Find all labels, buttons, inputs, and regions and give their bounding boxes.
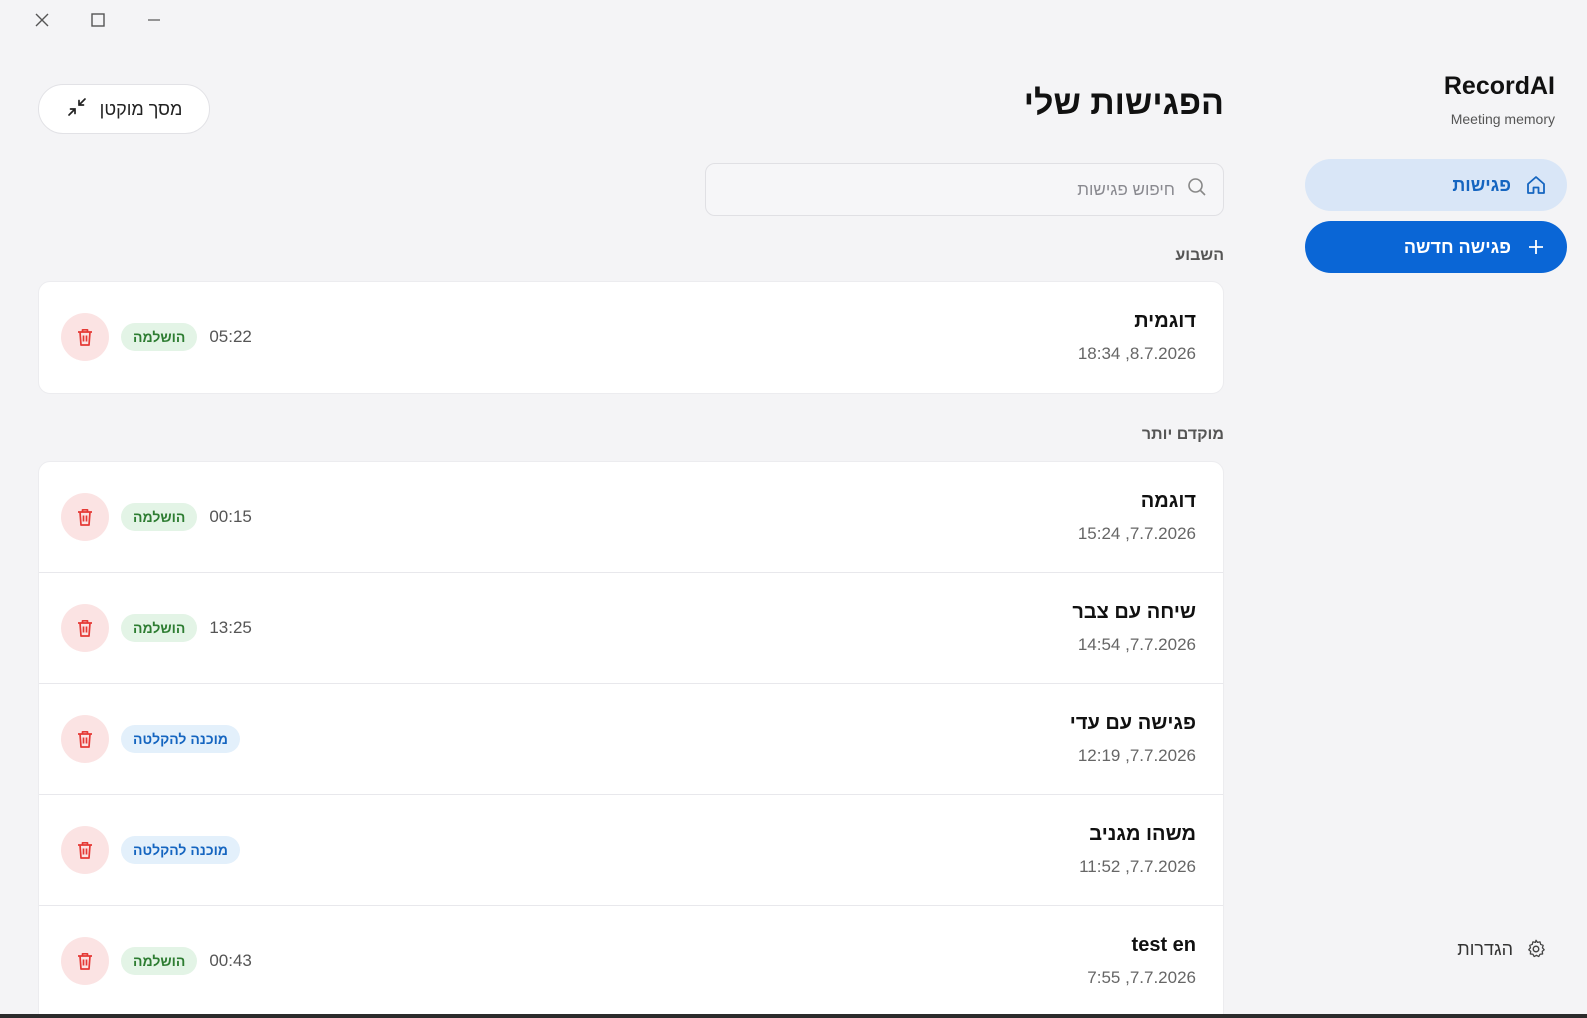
window-controls xyxy=(14,8,182,32)
section-label-this-week: השבוע xyxy=(1175,247,1224,264)
status-badge: מוכנה להקלטה xyxy=(121,725,240,753)
window-bottom-edge xyxy=(0,1014,1587,1018)
nav-item-meetings-label: פגישות xyxy=(1452,174,1511,195)
meeting-row[interactable]: משהו מגניב 7.7.2026, 11:52 מוכנה להקלטה xyxy=(39,795,1223,906)
meeting-title: test en xyxy=(1131,934,1196,956)
search-input[interactable] xyxy=(722,179,1175,200)
meeting-meta: מוכנה להקלטה xyxy=(61,826,240,874)
status-badge: מוכנה להקלטה xyxy=(121,836,240,864)
status-badge: הושלמה xyxy=(121,614,198,642)
trash-icon xyxy=(78,508,92,526)
meeting-date: 7.7.2026, 12:19 xyxy=(1077,746,1196,765)
meeting-date: 7.7.2026, 14:54 xyxy=(1077,635,1196,654)
meeting-duration: 05:22 xyxy=(209,327,252,346)
settings-label: הגדרות xyxy=(1457,938,1513,959)
meetings-card-earlier: דוגמה 7.7.2026, 15:24 הושלמה 00:15 שיחה … xyxy=(38,461,1224,1018)
meetings-card-this-week: דוגמית 8.7.2026, 18:34 הושלמה 05:22 xyxy=(38,281,1224,394)
meeting-date: 8.7.2026, 18:34 xyxy=(1077,344,1196,363)
meeting-row[interactable]: פגישה עם עדי 7.7.2026, 12:19 מוכנה להקלט… xyxy=(39,684,1223,795)
meeting-duration: 00:43 xyxy=(209,951,252,970)
app-window: RecordAI Meeting memory פגישות פגישה חדש… xyxy=(0,0,1587,1018)
plus-icon xyxy=(1525,236,1547,258)
delete-button[interactable] xyxy=(61,604,109,652)
page-title: הפגישות שלי xyxy=(1023,84,1224,122)
meeting-meta: מוכנה להקלטה xyxy=(61,715,240,763)
brand-subtitle: Meeting memory xyxy=(1450,111,1555,127)
meeting-title: דוגמה xyxy=(1140,490,1196,512)
meeting-title: שיחה עם צבר xyxy=(1072,601,1196,623)
delete-button[interactable] xyxy=(61,715,109,763)
trash-icon xyxy=(78,328,92,346)
search-icon xyxy=(1187,177,1207,202)
minimize-window-button[interactable] xyxy=(126,8,182,32)
meeting-duration: 13:25 xyxy=(209,618,252,637)
home-icon xyxy=(1525,174,1547,196)
compact-mode-label: מסך מוקטן xyxy=(99,98,183,119)
brand-name: RecordAI xyxy=(1443,72,1555,100)
meeting-meta: הושלמה 00:15 xyxy=(61,493,252,541)
maximize-window-button[interactable] xyxy=(70,8,126,32)
brand: RecordAI Meeting memory xyxy=(1305,72,1567,127)
delete-button[interactable] xyxy=(61,313,109,361)
close-window-button[interactable] xyxy=(14,8,70,32)
trash-icon xyxy=(78,730,92,748)
delete-button[interactable] xyxy=(61,493,109,541)
meeting-row[interactable]: test en 7.7.2026, 7:55 הושלמה 00:43 xyxy=(39,906,1223,1017)
status-badge: הושלמה xyxy=(121,323,198,351)
meeting-title: משהו מגניב xyxy=(1089,823,1196,845)
close-icon xyxy=(35,13,49,27)
meeting-title: פגישה עם עדי xyxy=(1069,712,1196,734)
meeting-meta: הושלמה 05:22 xyxy=(61,313,252,361)
meeting-meta: הושלמה 13:25 xyxy=(61,604,252,652)
meeting-row[interactable]: דוגמה 7.7.2026, 15:24 הושלמה 00:15 xyxy=(39,462,1223,573)
status-badge: הושלמה xyxy=(121,503,198,531)
gear-icon xyxy=(1525,938,1547,960)
meeting-date: 7.7.2026, 7:55 xyxy=(1087,968,1196,987)
meeting-duration: 00:15 xyxy=(209,507,252,526)
meeting-meta: הושלמה 00:43 xyxy=(61,937,252,985)
meeting-title: דוגמית xyxy=(1134,310,1196,332)
meeting-row[interactable]: דוגמית 8.7.2026, 18:34 הושלמה 05:22 xyxy=(39,282,1223,393)
status-badge: הושלמה xyxy=(121,947,198,975)
maximize-icon xyxy=(91,13,105,27)
trash-icon xyxy=(78,619,92,637)
search-box xyxy=(705,163,1224,216)
delete-button[interactable] xyxy=(61,937,109,985)
new-meeting-label: פגישה חדשה xyxy=(1403,236,1511,257)
new-meeting-button[interactable]: פגישה חדשה xyxy=(1305,221,1567,273)
collapse-arrows-icon xyxy=(66,96,88,123)
meeting-row[interactable]: שיחה עם צבר 7.7.2026, 14:54 הושלמה 13:25 xyxy=(39,573,1223,684)
meeting-date: 7.7.2026, 11:52 xyxy=(1079,857,1196,876)
delete-button[interactable] xyxy=(61,826,109,874)
section-label-earlier: מוקדם יותר xyxy=(1141,426,1224,443)
minimize-icon xyxy=(148,19,160,21)
sidebar: RecordAI Meeting memory פגישות פגישה חדש… xyxy=(1305,60,1567,990)
nav-item-meetings[interactable]: פגישות xyxy=(1305,159,1567,211)
compact-mode-button[interactable]: מסך מוקטן xyxy=(38,84,210,134)
trash-icon xyxy=(78,952,92,970)
settings-button[interactable]: הגדרות xyxy=(1437,938,1567,960)
meeting-date: 7.7.2026, 15:24 xyxy=(1077,524,1196,543)
trash-icon xyxy=(78,841,92,859)
